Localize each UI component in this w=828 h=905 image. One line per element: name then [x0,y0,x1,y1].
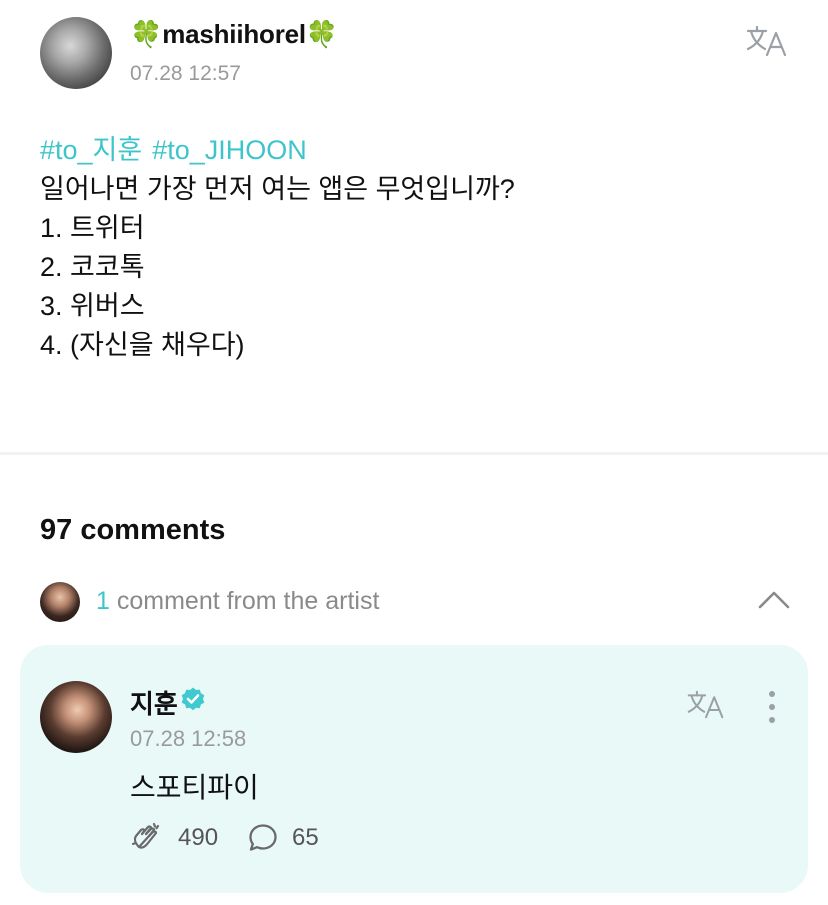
post-body: #to_지훈 #to_JIHOON 일어나면 가장 먼저 여는 앱은 무엇입니까?… [40,131,515,365]
clover-emoji-right: 🍀 [305,19,339,49]
artist-name[interactable]: 지훈 [130,684,178,721]
clover-emoji-left: 🍀 [130,19,163,49]
artist-avatar-small [40,582,80,622]
artist-comment-summary[interactable]: 1 comment from the artist [96,587,379,616]
reply-count: 65 [292,824,319,851]
post-author-name[interactable]: 🍀mashiihorel🍀 [130,19,338,50]
reply-bubble-icon[interactable] [247,822,279,854]
applause-icon[interactable] [130,821,164,853]
post-option: 2. 코코톡 [40,252,145,282]
post-author-username: mashiihorel [162,19,306,49]
post-question: 일어나면 가장 먼저 여는 앱은 무엇입니까? [40,174,515,204]
chevron-up-icon[interactable] [756,586,792,614]
post-option: 4. (자신을 채우다) [40,330,245,360]
post-hashtags: #to_지훈 #to_JIHOON [40,131,515,170]
post-option: 3. 위버스 [40,291,145,321]
verified-badge-icon [181,687,205,711]
post-timestamp: 07.28 12:57 [130,62,241,85]
comment-timestamp: 07.28 12:58 [130,726,247,751]
artist-avatar[interactable] [40,681,112,753]
artist-comment-count: 1 [96,587,110,615]
comment-text: 스포티파이 [130,772,259,803]
post-option: 1. 트위터 [40,213,145,243]
translate-icon[interactable] [686,689,726,720]
comments-count: 97 comments [40,514,226,546]
hashtag-link[interactable]: #to_지훈 [40,135,142,165]
more-options-icon[interactable] [764,690,780,724]
translate-icon[interactable] [745,24,789,58]
hashtag-link[interactable]: #to_JIHOON [152,135,307,165]
artist-comment-label: comment from the artist [116,587,380,615]
post-author-avatar[interactable] [40,17,112,89]
like-count: 490 [178,824,219,851]
section-divider [0,452,828,455]
